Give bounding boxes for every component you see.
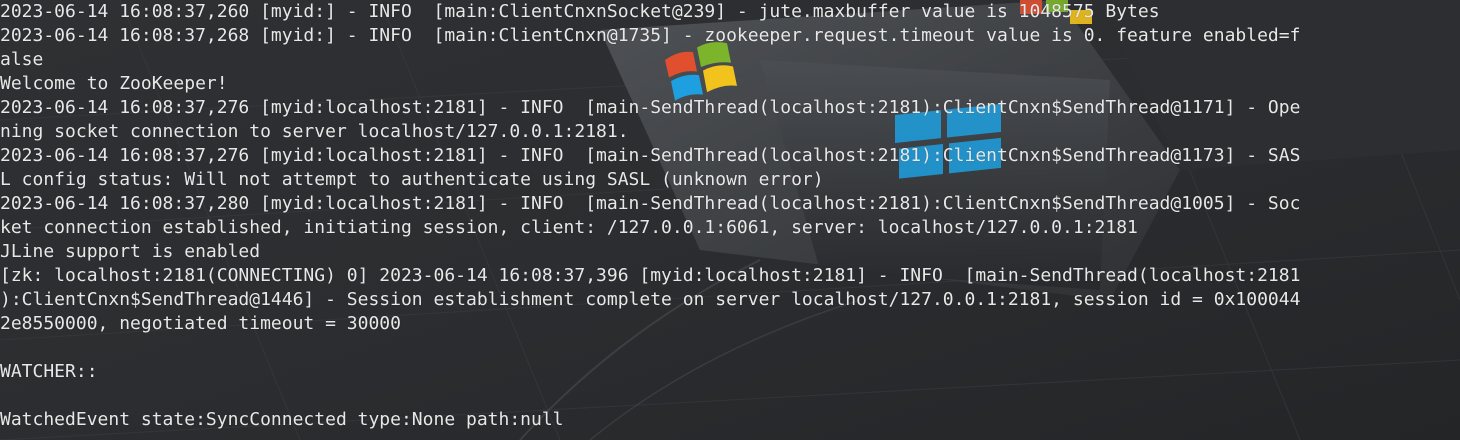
terminal-line: ket connection established, initiating s… (0, 217, 1138, 238)
terminal-line: 2023-06-14 16:08:37,276 [myid:localhost:… (0, 97, 1301, 118)
terminal-output[interactable]: 2023-06-14 16:08:37,260 [myid:] - INFO [… (0, 0, 1460, 440)
terminal-line: L config status: Will not attempt to aut… (0, 169, 824, 190)
terminal-line: ning socket connection to server localho… (0, 121, 629, 142)
terminal-line: 2023-06-14 16:08:37,280 [myid:localhost:… (0, 193, 1301, 214)
terminal-line: ):ClientCnxn$SendThread@1446] - Session … (0, 289, 1301, 310)
terminal-line: [zk: localhost:2181(CONNECTING) 0] 2023-… (0, 265, 1301, 286)
terminal-line: 2e8550000, negotiated timeout = 30000 (0, 313, 401, 334)
terminal-line: alse (0, 49, 44, 70)
terminal-line: WatchedEvent state:SyncConnected type:No… (0, 409, 564, 430)
terminal-line: JLine support is enabled (0, 241, 261, 262)
terminal-line: 2023-06-14 16:08:37,268 [myid:] - INFO [… (0, 25, 1301, 46)
terminal-line: Welcome to ZooKeeper! (0, 73, 228, 94)
terminal-line: 2023-06-14 16:08:37,260 [myid:] - INFO [… (0, 1, 1160, 22)
terminal-line: 2023-06-14 16:08:37,276 [myid:localhost:… (0, 145, 1301, 166)
terminal-line: WATCHER:: (0, 361, 98, 382)
